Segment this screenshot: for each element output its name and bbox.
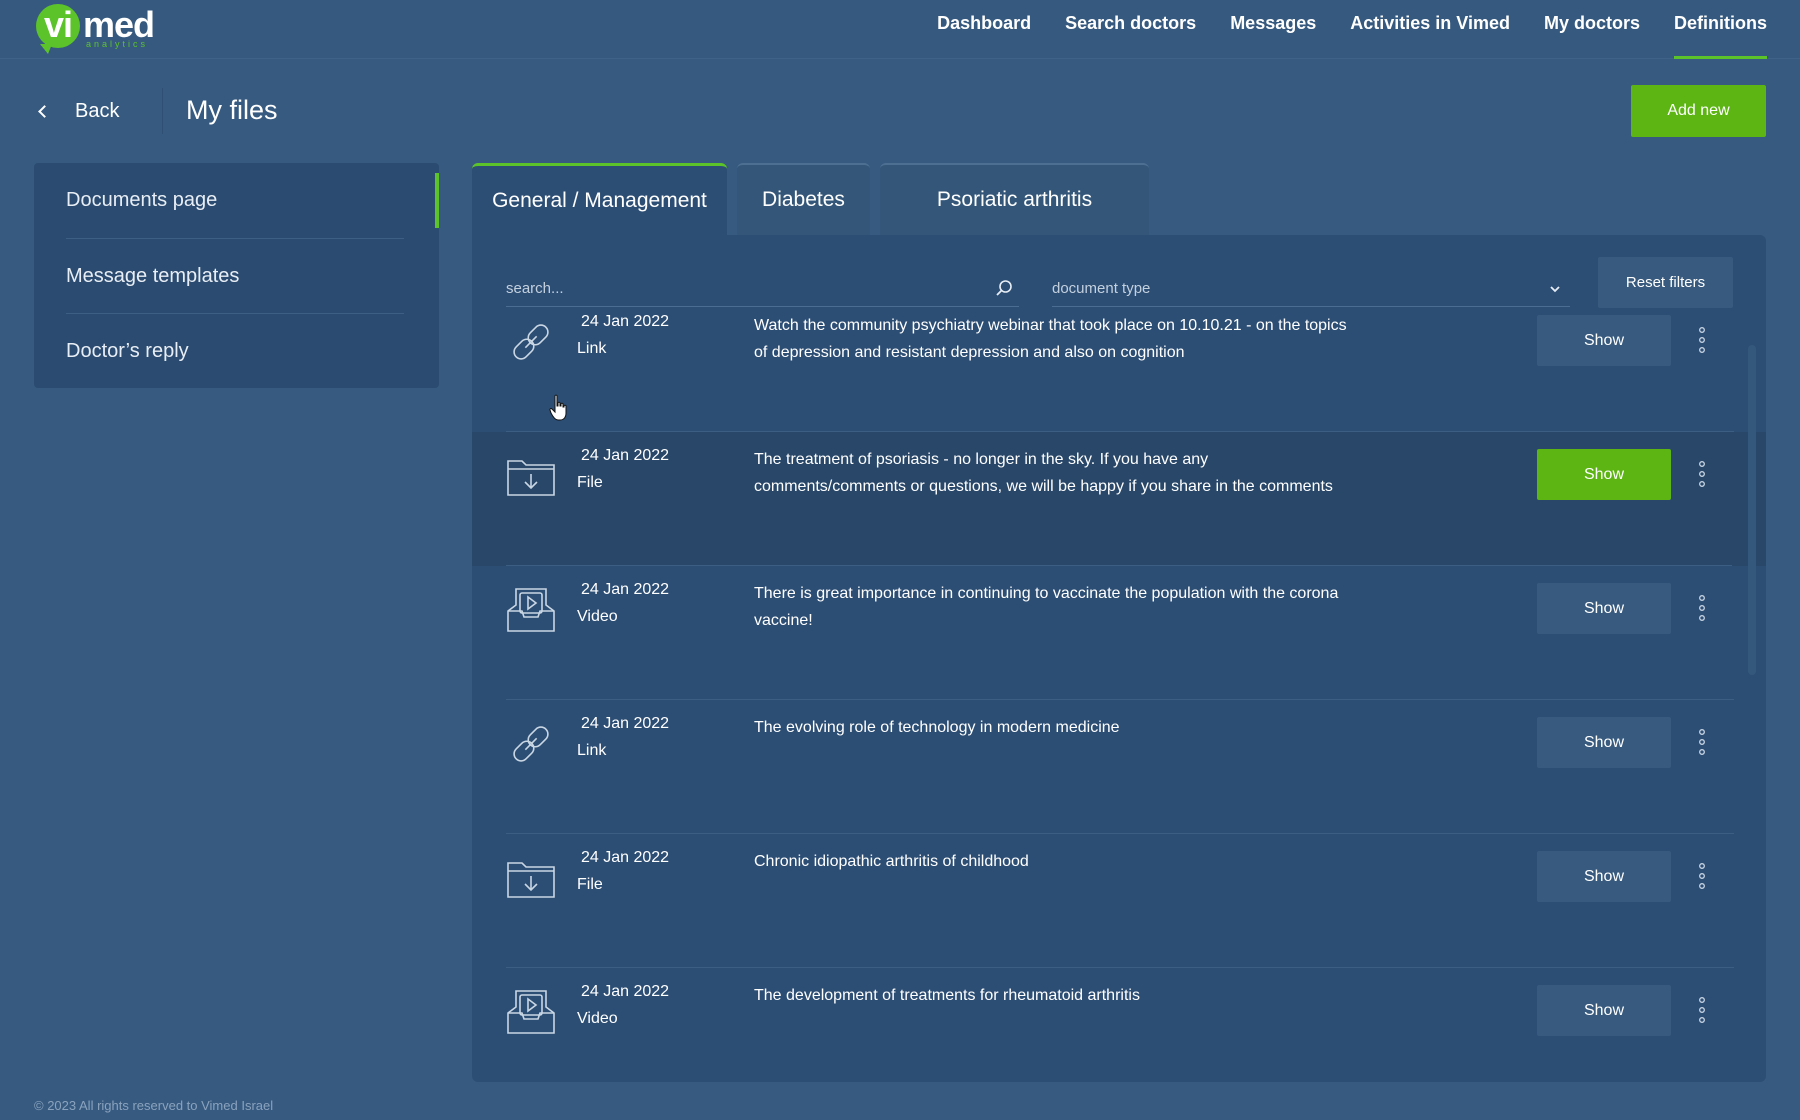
document-type: Video (577, 608, 618, 625)
document-row: 24 Jan 2022 Video There is great importanc… (472, 566, 1734, 700)
more-vertical-icon (1699, 327, 1705, 353)
show-button[interactable]: Show (1537, 449, 1671, 500)
chevron-down-icon (1550, 286, 1560, 293)
sidebar-item-message-templates[interactable]: Message templates (66, 238, 404, 313)
back-button[interactable]: Back (38, 97, 120, 125)
link-icon (506, 719, 556, 769)
search-icon[interactable] (995, 279, 1013, 297)
nav-item-activities-in-vimed[interactable]: Activities in Vimed (1333, 0, 1527, 59)
document-type: Link (577, 340, 607, 357)
show-button[interactable]: Show (1537, 583, 1671, 634)
document-date: 24 Jan 2022 (581, 715, 670, 732)
document-date: 24 Jan 2022 (581, 447, 670, 464)
tab-diabetes[interactable]: Diabetes (737, 163, 870, 235)
nav-item-definitions[interactable]: Definitions (1657, 0, 1767, 59)
document-description: The development of treatments for rheuma… (754, 987, 1140, 1004)
document-description: The treatment of psoriasis - no longer i… (754, 451, 1333, 495)
document-type-placeholder: document type (1052, 280, 1151, 297)
document-type: File (577, 474, 603, 491)
more-options-button[interactable] (1682, 446, 1722, 502)
hand-pointer-icon (549, 394, 567, 421)
document-date: 24 Jan 2022 (581, 581, 670, 598)
more-options-button[interactable] (1682, 580, 1722, 636)
nav-item-dashboard[interactable]: Dashboard (920, 0, 1048, 59)
document-date: 24 Jan 2022 (581, 313, 670, 330)
nav-item-my-doctors[interactable]: My doctors (1527, 0, 1657, 59)
document-row: 24 Jan 2022 File Chronic idiopathic arthri… (472, 834, 1734, 968)
nav-item-search-doctors[interactable]: Search doctors (1048, 0, 1213, 59)
document-description: There is great importance in continuing … (754, 585, 1339, 629)
vimed-logo[interactable]: vi med analytics (36, 2, 156, 54)
more-vertical-icon (1699, 729, 1705, 755)
document-description: The evolving role of technology in moder… (754, 719, 1120, 736)
document-row: 24 Jan 2022 Link The evolving role of tech… (472, 700, 1734, 834)
document-description: Chronic idiopathic arthritis of childhoo… (754, 853, 1029, 870)
more-vertical-icon (1699, 997, 1705, 1023)
more-vertical-icon (1699, 461, 1705, 487)
document-type: Video (577, 1010, 618, 1027)
document-description: Watch the community psychiatry webinar t… (754, 317, 1347, 361)
more-options-button[interactable] (1682, 848, 1722, 904)
back-label: Back (75, 99, 120, 122)
video-icon (506, 585, 556, 635)
chevron-left-icon (38, 104, 51, 118)
tab-general-management[interactable]: General / Management (472, 163, 727, 235)
document-row: 24 Jan 2022 Link Watch the community psych… (472, 298, 1734, 432)
document-date: 24 Jan 2022 (581, 849, 670, 866)
document-type: Link (577, 742, 607, 759)
folder-download-icon (506, 853, 556, 903)
logo-subtitle: analytics (86, 39, 149, 49)
show-button[interactable]: Show (1537, 851, 1671, 902)
show-button[interactable]: Show (1537, 717, 1671, 768)
documents-panel: document type Reset filters 24 Jan 2022L… (472, 235, 1766, 1082)
show-button[interactable]: Show (1537, 315, 1671, 366)
add-new-button[interactable]: Add new (1631, 85, 1766, 137)
sidebar-active-indicator (435, 173, 439, 228)
list-scrollbar[interactable] (1748, 345, 1756, 675)
document-row: 24 Jan 2022 File The treatment of psoriasi… (472, 432, 1766, 566)
sidebar-item-doctors-reply[interactable]: Doctor’s reply (66, 313, 404, 388)
video-icon (506, 987, 556, 1037)
top-bar: vi med analytics Dashboard Search doctors… (0, 0, 1800, 59)
sidebar-item-documents-page[interactable]: Documents page (66, 163, 404, 238)
more-options-button[interactable] (1682, 982, 1722, 1038)
show-button[interactable]: Show (1537, 985, 1671, 1036)
document-row: 24 Jan 2022 Video The development of treat… (472, 968, 1734, 1082)
link-icon (506, 317, 556, 367)
sidebar: Documents page Message templates Doctor’… (34, 163, 439, 388)
more-vertical-icon (1699, 595, 1705, 621)
folder-download-icon (506, 451, 556, 501)
more-vertical-icon (1699, 863, 1705, 889)
nav-item-messages[interactable]: Messages (1213, 0, 1333, 59)
more-options-button[interactable] (1682, 714, 1722, 770)
document-date: 24 Jan 2022 (581, 983, 670, 1000)
more-options-button[interactable] (1682, 312, 1722, 368)
footer-copyright: © 2023 All rights reserved to Vimed Isra… (34, 1098, 274, 1113)
logo-text-vi: vi (44, 4, 73, 45)
main-nav: Dashboard Search doctors Messages Activitie… (920, 0, 1767, 59)
tab-psoriatic-arthritis[interactable]: Psoriatic arthritis (880, 163, 1149, 235)
document-type: File (577, 876, 603, 893)
page-title: My files (186, 95, 278, 125)
header-divider (162, 88, 163, 134)
